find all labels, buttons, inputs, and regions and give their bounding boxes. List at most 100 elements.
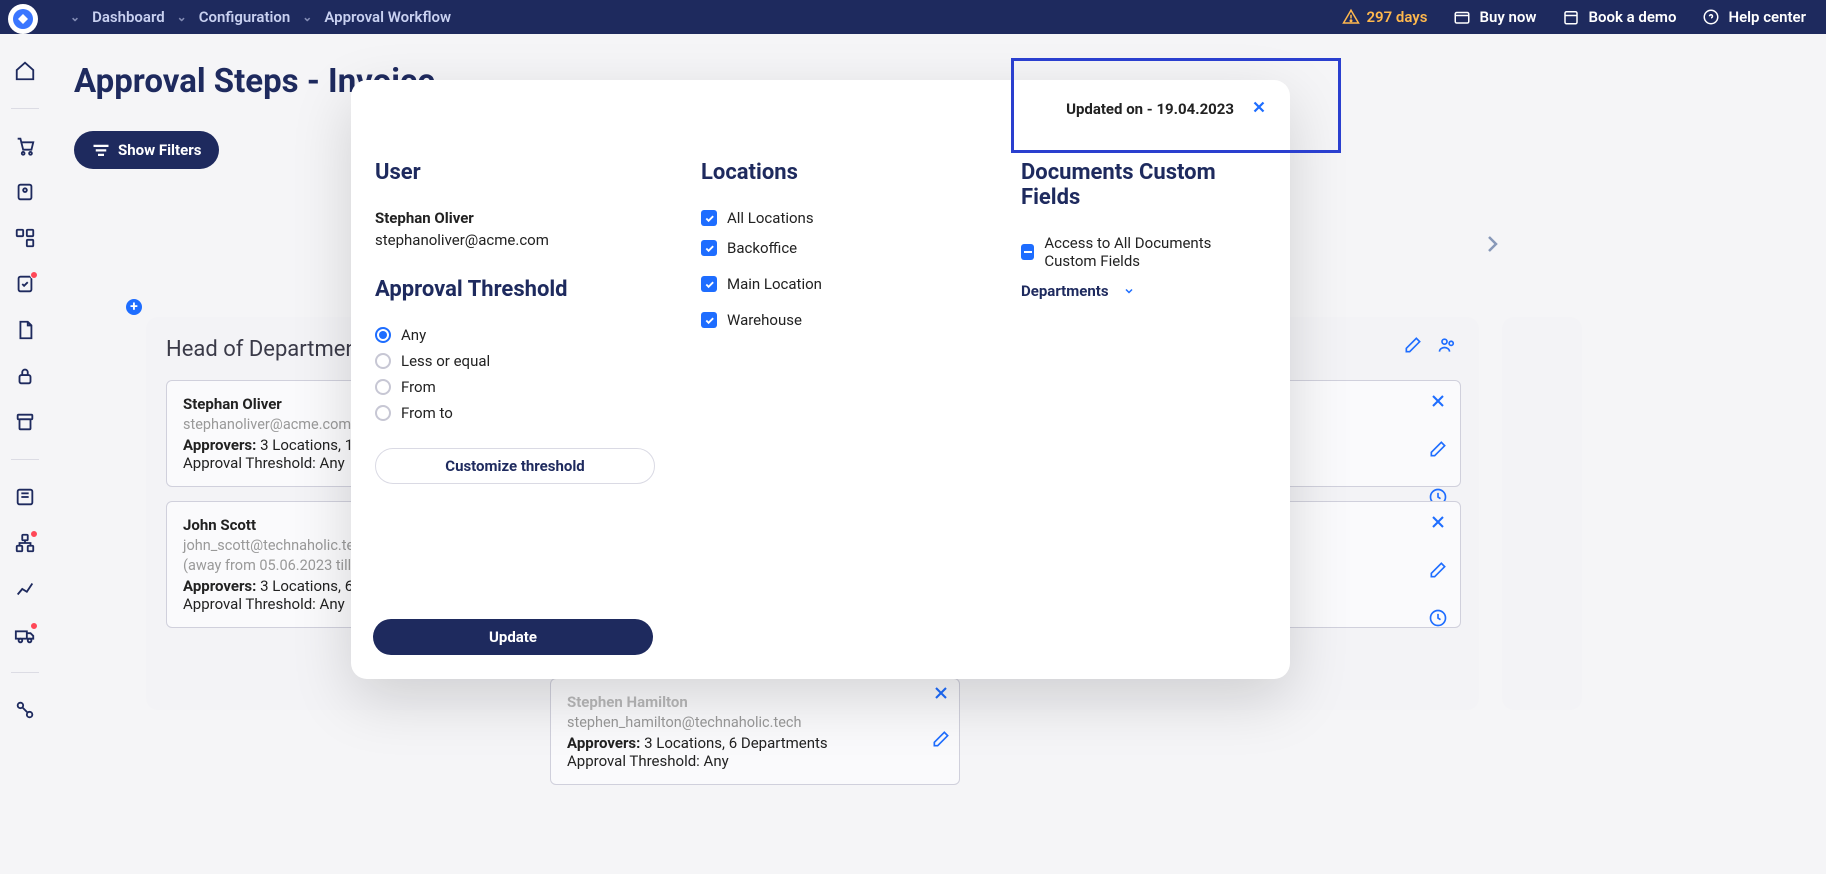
checkbox-label: Access to All Documents Custom Fields	[1044, 234, 1266, 270]
approvers-label: Approvers:	[183, 436, 256, 454]
checkbox-icon	[701, 240, 717, 256]
notification-dot	[30, 530, 38, 538]
approver-email: stephen_hamilton@technaholic.tech	[567, 714, 943, 731]
radio-label: Less or equal	[401, 352, 490, 370]
show-filters-button[interactable]: Show Filters	[74, 131, 219, 169]
app-logo[interactable]	[8, 4, 38, 34]
remove-approver-icon[interactable]	[1428, 512, 1448, 536]
book-demo-label: Book a demo	[1588, 8, 1676, 26]
show-filters-label: Show Filters	[118, 141, 201, 159]
breadcrumb-item[interactable]: Approval Workflow	[324, 8, 451, 26]
items-icon[interactable]	[14, 227, 36, 249]
lock-icon[interactable]	[14, 365, 36, 387]
threshold-heading: Approval Threshold	[375, 277, 661, 302]
customize-threshold-button[interactable]: Customize threshold	[375, 448, 655, 484]
dcf-heading: Documents Custom Fields	[1021, 160, 1266, 210]
chevron-down-icon	[1123, 285, 1135, 297]
modal-user-name: Stephan Oliver	[375, 209, 661, 227]
checkbox-label: Main Location	[727, 275, 822, 293]
divider	[11, 459, 39, 460]
sidebar	[0, 34, 50, 874]
checkbox-icon	[701, 210, 717, 226]
budget-icon[interactable]	[14, 486, 36, 508]
threshold-option-any[interactable]: Any	[375, 326, 661, 344]
next-step-panel	[1502, 317, 1582, 710]
departments-label: Departments	[1021, 282, 1109, 300]
topbar: ⌄ Dashboard ⌄ Configuration ⌄ Approval W…	[0, 0, 1826, 34]
cart-icon[interactable]	[14, 135, 36, 157]
home-icon[interactable]	[14, 60, 36, 82]
radio-label: Any	[401, 326, 426, 344]
archive-icon[interactable]	[14, 411, 36, 433]
user-heading: User	[375, 160, 661, 185]
threshold-value: Approval Threshold: Any	[567, 752, 943, 770]
org-icon[interactable]	[14, 532, 36, 554]
divider	[11, 672, 39, 673]
location-warehouse-checkbox[interactable]: Warehouse	[701, 311, 981, 329]
approvers-label: Approvers:	[567, 734, 640, 752]
radio-icon	[375, 405, 391, 421]
modal-user-email: stephanoliver@acme.com	[375, 231, 661, 249]
buy-now-label: Buy now	[1479, 8, 1536, 26]
checkbox-icon	[701, 276, 717, 292]
users-panel-icon[interactable]	[1437, 335, 1457, 359]
chevron-down-icon[interactable]: ⌄	[177, 10, 187, 24]
breadcrumb-item[interactable]: Dashboard	[92, 8, 165, 26]
edit-approver-icon[interactable]	[1428, 439, 1448, 463]
update-button[interactable]: Update	[373, 619, 653, 655]
breadcrumb: ⌄ Dashboard ⌄ Configuration ⌄ Approval W…	[70, 8, 451, 26]
trial-days-text: 297 days	[1366, 8, 1427, 26]
approvers-label: Approvers:	[183, 577, 256, 595]
help-center-link[interactable]: Help center	[1702, 8, 1806, 26]
radio-label: From to	[401, 404, 453, 422]
reports-icon[interactable]	[14, 578, 36, 600]
buy-now-link[interactable]: Buy now	[1453, 8, 1536, 26]
chevron-down-icon[interactable]: ⌄	[70, 10, 80, 24]
add-step-button[interactable]: +	[126, 299, 142, 315]
threshold-option-from-to[interactable]: From to	[375, 404, 661, 422]
edit-approver-modal: Updated on - 19.04.2023 User Stephan Oli…	[351, 80, 1290, 679]
checkbox-icon	[701, 312, 717, 328]
close-modal-button[interactable]	[1250, 98, 1268, 120]
checkbox-label: Backoffice	[727, 239, 797, 257]
approver-name: Stephen Hamilton	[567, 693, 943, 711]
radio-icon	[375, 379, 391, 395]
locations-heading: Locations	[701, 160, 981, 185]
checkbox-indeterminate-icon	[1021, 244, 1034, 260]
history-approver-icon[interactable]	[1428, 608, 1448, 632]
radio-label: From	[401, 378, 436, 396]
approver-card: Stephen Hamilton stephen_hamilton@techna…	[550, 678, 960, 785]
trial-days[interactable]: 297 days	[1342, 8, 1427, 26]
dcf-access-checkbox[interactable]: Access to All Documents Custom Fields	[1021, 234, 1266, 270]
breadcrumb-item[interactable]: Configuration	[199, 8, 291, 26]
checkbox-label: All Locations	[727, 209, 814, 227]
approvers-value: 3 Locations, 6 Departments	[644, 734, 828, 752]
location-backoffice-checkbox[interactable]: Backoffice	[701, 239, 981, 257]
divider	[11, 108, 39, 109]
approvals-icon[interactable]	[14, 273, 36, 295]
edit-approver-icon[interactable]	[1428, 560, 1448, 584]
radio-icon	[375, 353, 391, 369]
remove-approver-icon[interactable]	[1428, 391, 1448, 415]
shipping-icon[interactable]	[14, 624, 36, 646]
threshold-option-less-equal[interactable]: Less or equal	[375, 352, 661, 370]
notification-dot	[30, 271, 38, 279]
notification-dot	[30, 622, 38, 630]
location-main-checkbox[interactable]: Main Location	[701, 275, 981, 293]
radio-icon	[375, 327, 391, 343]
updated-on-text: Updated on - 19.04.2023	[1066, 100, 1234, 118]
chevron-down-icon[interactable]: ⌄	[302, 10, 312, 24]
departments-toggle[interactable]: Departments	[1021, 282, 1266, 300]
help-center-label: Help center	[1728, 8, 1806, 26]
remove-approver-icon[interactable]	[931, 683, 951, 707]
threshold-option-from[interactable]: From	[375, 378, 661, 396]
orders-icon[interactable]	[14, 181, 36, 203]
location-all-checkbox[interactable]: All Locations	[701, 209, 981, 227]
integrations-icon[interactable]	[14, 699, 36, 721]
book-demo-link[interactable]: Book a demo	[1562, 8, 1676, 26]
next-step-arrow[interactable]	[1480, 232, 1504, 260]
edit-approver-icon[interactable]	[931, 729, 951, 753]
edit-panel-icon[interactable]	[1403, 335, 1423, 359]
documents-icon[interactable]	[14, 319, 36, 341]
checkbox-label: Warehouse	[727, 311, 802, 329]
